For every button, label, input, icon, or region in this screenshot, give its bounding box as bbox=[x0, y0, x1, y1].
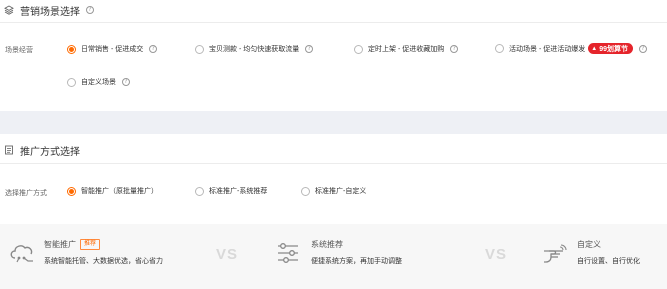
layers-icon bbox=[4, 5, 14, 15]
radio-event-scene[interactable]: 活动场景 - 促进活动爆发 ▲ 99划算节 ? bbox=[495, 43, 647, 54]
radio-standard-custom[interactable]: 标准推广-自定义 bbox=[301, 186, 366, 196]
comparison-title-text: 智能推广 bbox=[44, 240, 76, 249]
radio-dot bbox=[67, 77, 76, 87]
comparison-desc: 系统智能托管、大数据优选，省心省力 bbox=[44, 258, 163, 265]
comparison-desc: 便捷系统方案，再加手动调整 bbox=[311, 258, 402, 265]
comparison-desc: 自行设置、自行优化 bbox=[577, 258, 640, 265]
row-label-scene: 场景经营 bbox=[5, 47, 33, 54]
radio-label: 自定义场景 bbox=[81, 79, 116, 86]
comparison-system: 系统推荐 便捷系统方案，再加手动调整 bbox=[275, 239, 402, 266]
divider bbox=[0, 22, 667, 23]
radio-scheduled-listing[interactable]: 定时上架 - 促进收藏加购 ? bbox=[354, 44, 459, 54]
section-gap bbox=[0, 111, 667, 134]
flame-icon: ▲ bbox=[591, 45, 598, 52]
radio-smart-promotion[interactable]: 智能推广（原批量推广） bbox=[67, 186, 158, 196]
radio-dot bbox=[354, 44, 363, 54]
help-icon[interactable]: ? bbox=[122, 78, 130, 86]
radio-dot bbox=[301, 186, 310, 196]
radio-label: 标准推广-自定义 bbox=[315, 188, 367, 195]
comparison-panel: 智能推广 推荐 系统智能托管、大数据优选，省心省力 VS 系统推荐 便捷系统方案，… bbox=[0, 224, 667, 289]
row-label-method: 选择推广方式 bbox=[5, 190, 47, 197]
comparison-title: 系统推荐 bbox=[311, 239, 402, 250]
hand-point-icon bbox=[541, 241, 569, 265]
comparison-custom: 自定义 自行设置、自行优化 bbox=[541, 239, 640, 266]
radio-label: 定时上架 - 促进收藏加购 bbox=[368, 46, 445, 53]
help-icon[interactable]: ? bbox=[638, 44, 647, 53]
radio-label: 日常销售 - 促进成交 bbox=[81, 46, 144, 53]
comparison-smart: 智能推广 推荐 系统智能托管、大数据优选，省心省力 bbox=[8, 239, 163, 266]
help-icon[interactable]: ? bbox=[305, 45, 314, 53]
marketing-scene-header: 营销场景选择 ? bbox=[0, 0, 667, 20]
help-icon[interactable]: ? bbox=[86, 6, 94, 14]
divider bbox=[0, 163, 667, 164]
radio-custom-scene[interactable]: 自定义场景 ? bbox=[67, 77, 130, 87]
sliders-icon bbox=[275, 241, 303, 265]
event-badge: ▲ 99划算节 bbox=[588, 43, 633, 54]
comparison-title-text: 自定义 bbox=[577, 240, 601, 249]
radio-label: 活动场景 - 促进活动爆发 bbox=[509, 45, 586, 53]
cloud-smart-icon bbox=[8, 241, 36, 265]
comparison-title: 智能推广 推荐 bbox=[44, 239, 163, 250]
radio-label: 标准推广-系统推荐 bbox=[209, 188, 268, 195]
vs-label: VS bbox=[485, 246, 508, 263]
section-title: 推广方式选择 bbox=[20, 146, 80, 158]
badge-label: 99划算节 bbox=[599, 45, 628, 53]
radio-daily-sales[interactable]: 日常销售 - 促进成交 ? bbox=[67, 44, 158, 54]
help-icon[interactable]: ? bbox=[450, 45, 459, 53]
recommend-tag: 推荐 bbox=[80, 239, 101, 250]
document-icon bbox=[4, 145, 14, 155]
radio-label: 智能推广（原批量推广） bbox=[81, 188, 158, 195]
help-icon[interactable]: ? bbox=[149, 45, 158, 53]
radio-label: 宝贝测款 - 均匀快速获取流量 bbox=[209, 46, 300, 53]
radio-dot bbox=[67, 44, 76, 54]
radio-dot bbox=[495, 44, 504, 53]
comparison-title-text: 系统推荐 bbox=[311, 240, 343, 249]
promotion-method-header: 推广方式选择 bbox=[0, 140, 667, 160]
radio-dot bbox=[67, 186, 76, 196]
radio-dot bbox=[195, 44, 204, 54]
section-title: 营销场景选择 bbox=[20, 6, 80, 18]
radio-item-test[interactable]: 宝贝测款 - 均匀快速获取流量 ? bbox=[195, 44, 314, 54]
vs-label: VS bbox=[216, 246, 239, 263]
radio-standard-system[interactable]: 标准推广-系统推荐 bbox=[195, 186, 267, 196]
radio-dot bbox=[195, 186, 204, 196]
comparison-title: 自定义 bbox=[577, 239, 640, 250]
